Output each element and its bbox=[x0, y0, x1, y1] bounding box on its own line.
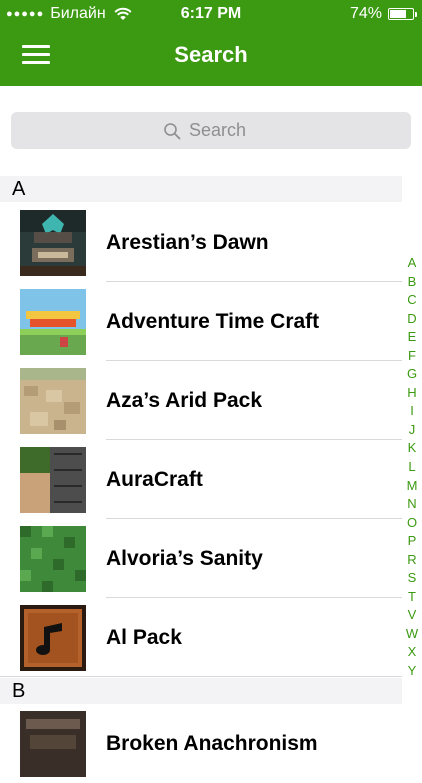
pack-name: Al Pack bbox=[106, 626, 182, 649]
pack-thumbnail bbox=[20, 210, 86, 276]
pack-name: Broken Anachronism bbox=[106, 732, 318, 755]
index-letter-p[interactable]: P bbox=[408, 532, 417, 551]
index-letter-o[interactable]: O bbox=[407, 514, 417, 533]
index-letter-t[interactable]: T bbox=[408, 588, 416, 607]
list-item[interactable]: AuraCraft bbox=[0, 440, 402, 519]
section-header-b: B bbox=[0, 678, 402, 704]
page-title: Search bbox=[174, 42, 248, 67]
status-bar: ●●●●● Билайн 6:17 PM 74% bbox=[0, 0, 422, 28]
index-letter-l[interactable]: L bbox=[408, 458, 415, 477]
battery-icon bbox=[388, 8, 417, 20]
index-letter-m[interactable]: M bbox=[407, 477, 418, 496]
alphabet-index[interactable]: ABCDEFGHIJKLMNOPRSTVWXY bbox=[402, 254, 422, 681]
list-item[interactable]: Aza’s Arid Pack bbox=[0, 361, 402, 440]
index-letter-y[interactable]: Y bbox=[408, 662, 417, 681]
header: ●●●●● Билайн 6:17 PM 74% Search bbox=[0, 0, 422, 86]
index-letter-n[interactable]: N bbox=[407, 495, 416, 514]
index-letter-g[interactable]: G bbox=[407, 365, 417, 384]
pack-thumbnail bbox=[20, 605, 86, 671]
index-letter-v[interactable]: V bbox=[408, 606, 417, 625]
pack-thumbnail bbox=[20, 711, 86, 777]
index-letter-h[interactable]: H bbox=[407, 384, 416, 403]
list-item[interactable]: Arestian’s Dawn bbox=[0, 203, 402, 282]
list-item[interactable]: Al Pack bbox=[0, 598, 402, 677]
pack-thumbnail bbox=[20, 526, 86, 592]
index-letter-a[interactable]: A bbox=[408, 254, 417, 273]
pack-thumbnail bbox=[20, 447, 86, 513]
section-header-a: A bbox=[0, 176, 402, 202]
index-letter-r[interactable]: R bbox=[407, 551, 416, 570]
index-letter-j[interactable]: J bbox=[409, 421, 416, 440]
pack-name: Alvoria’s Sanity bbox=[106, 547, 263, 570]
index-letter-c[interactable]: C bbox=[407, 291, 416, 310]
pack-name: Adventure Time Craft bbox=[106, 310, 320, 333]
list-item[interactable]: Alvoria’s Sanity bbox=[0, 519, 402, 598]
pack-thumbnail bbox=[20, 289, 86, 355]
battery-percentage: 74% bbox=[349, 5, 382, 22]
search-input[interactable] bbox=[189, 120, 259, 141]
search-bar-container bbox=[0, 86, 422, 176]
search-icon bbox=[164, 122, 181, 139]
pack-name: Arestian’s Dawn bbox=[106, 231, 269, 254]
index-letter-e[interactable]: E bbox=[408, 328, 417, 347]
index-letter-i[interactable]: I bbox=[410, 402, 414, 421]
search-field[interactable] bbox=[11, 112, 411, 149]
index-letter-s[interactable]: S bbox=[408, 569, 417, 588]
pack-name: Aza’s Arid Pack bbox=[106, 389, 263, 412]
index-letter-b[interactable]: B bbox=[408, 273, 417, 292]
navigation-bar: Search bbox=[0, 28, 422, 86]
index-letter-x[interactable]: X bbox=[408, 643, 417, 662]
index-letter-w[interactable]: W bbox=[406, 625, 418, 644]
index-letter-f[interactable]: F bbox=[408, 347, 416, 366]
list-item[interactable]: Broken Anachronism bbox=[0, 704, 402, 783]
list-item[interactable]: Adventure Time Craft bbox=[0, 282, 402, 361]
index-letter-k[interactable]: K bbox=[408, 439, 417, 458]
pack-thumbnail bbox=[20, 368, 86, 434]
pack-name: AuraCraft bbox=[106, 468, 203, 491]
index-letter-d[interactable]: D bbox=[407, 310, 416, 329]
